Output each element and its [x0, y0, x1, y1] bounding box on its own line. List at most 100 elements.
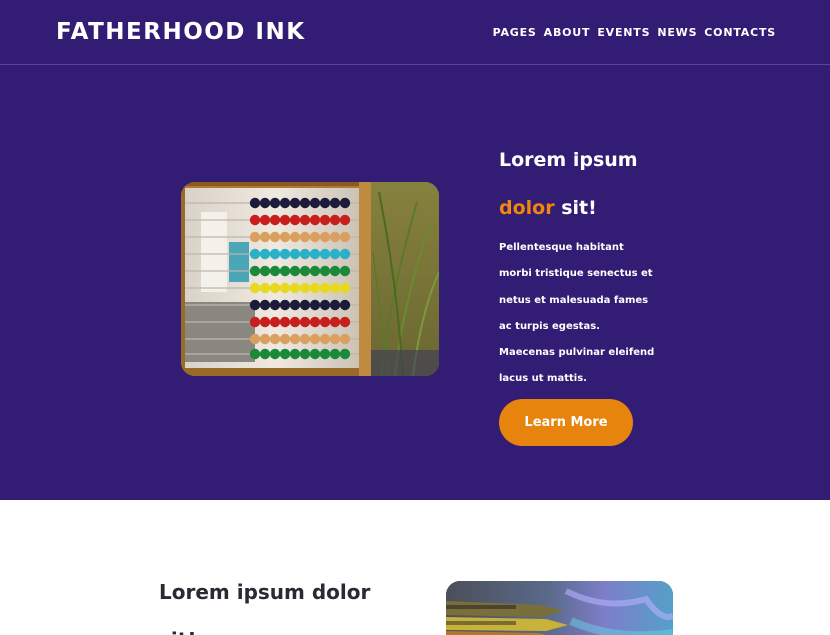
abacus-bead — [269, 299, 281, 311]
abacus-bead — [319, 348, 331, 360]
abacus-bead — [309, 197, 321, 209]
abacus-bead — [319, 333, 331, 345]
abacus-bead — [269, 265, 281, 277]
hero-section: FATHERHOOD INK PAGES ABOUT EVENTS NEWS C… — [0, 0, 830, 500]
abacus-bead — [269, 316, 281, 328]
hero-title-accent: dolor — [499, 197, 555, 219]
abacus-bead — [269, 282, 281, 294]
abacus-bead — [309, 248, 321, 260]
abacus-bead — [279, 197, 291, 209]
abacus-bead — [339, 265, 351, 277]
hero-text-block: Lorem ipsum dolor sit! Pellentesque habi… — [499, 136, 659, 393]
crayons-illustration — [446, 581, 673, 635]
abacus-bead — [339, 197, 351, 209]
abacus-bead — [279, 265, 291, 277]
nav-item-about[interactable]: ABOUT — [544, 26, 591, 39]
abacus-bead — [289, 348, 301, 360]
abacus-bead — [309, 282, 321, 294]
abacus-bead — [249, 214, 261, 226]
abacus-bead — [309, 231, 321, 243]
abacus-bead — [289, 248, 301, 260]
abacus-bead — [299, 348, 311, 360]
nav-item-contacts[interactable]: CONTACTS — [704, 26, 776, 39]
abacus-bead — [279, 214, 291, 226]
abacus-bead — [319, 248, 331, 260]
abacus-bead — [309, 316, 321, 328]
nav-item-events[interactable]: EVENTS — [597, 26, 650, 39]
abacus-bead — [289, 316, 301, 328]
abacus-bead — [319, 299, 331, 311]
abacus-bead — [309, 214, 321, 226]
abacus-bead — [339, 348, 351, 360]
abacus-bead — [299, 333, 311, 345]
abacus-bead — [259, 348, 271, 360]
abacus-bead — [329, 265, 341, 277]
abacus-bead — [259, 214, 271, 226]
abacus-bead — [249, 316, 261, 328]
abacus-bead — [249, 197, 261, 209]
abacus-bead — [259, 197, 271, 209]
abacus-bead — [329, 333, 341, 345]
abacus-bead — [299, 265, 311, 277]
abacus-bead — [259, 231, 271, 243]
hero-title: Lorem ipsum dolor sit! — [499, 136, 659, 232]
abacus-bead — [279, 231, 291, 243]
nav-item-pages[interactable]: PAGES — [493, 26, 537, 39]
abacus-bead — [269, 231, 281, 243]
abacus-bead — [309, 348, 321, 360]
section-image-crayons — [446, 581, 673, 635]
abacus-bead — [319, 231, 331, 243]
abacus-bead — [259, 299, 271, 311]
abacus-bead — [329, 348, 341, 360]
navbar: FATHERHOOD INK PAGES ABOUT EVENTS NEWS C… — [0, 0, 830, 65]
abacus-bead — [279, 248, 291, 260]
abacus-bead — [329, 316, 341, 328]
abacus-bead — [329, 282, 341, 294]
abacus-bead — [289, 231, 301, 243]
abacus-bead — [329, 248, 341, 260]
hero-title-line2: dolor sit! — [499, 184, 659, 232]
abacus-bead — [289, 333, 301, 345]
nav-item-news[interactable]: NEWS — [657, 26, 697, 39]
abacus-bead — [279, 299, 291, 311]
abacus-bead — [269, 214, 281, 226]
abacus-bead — [339, 231, 351, 243]
hero-image-abacus — [181, 182, 439, 376]
site-logo[interactable]: FATHERHOOD INK — [56, 19, 306, 45]
abacus-bead — [259, 265, 271, 277]
abacus-bead — [279, 316, 291, 328]
abacus-bead — [269, 348, 281, 360]
abacus-bead — [339, 299, 351, 311]
abacus-bead — [249, 265, 261, 277]
abacus-bead — [339, 333, 351, 345]
abacus-bead — [319, 214, 331, 226]
abacus-bead — [289, 265, 301, 277]
abacus-bead — [269, 197, 281, 209]
hero-body-text: Pellentesque habitant morbi tristique se… — [499, 242, 655, 385]
abacus-bead — [309, 333, 321, 345]
abacus-bead — [309, 299, 321, 311]
abacus-bead — [329, 214, 341, 226]
abacus-bead — [259, 282, 271, 294]
abacus-bead — [299, 197, 311, 209]
abacus-bead — [279, 348, 291, 360]
abacus-bead — [289, 282, 301, 294]
abacus-bead — [289, 214, 301, 226]
abacus-bead — [299, 231, 311, 243]
abacus-bead — [319, 197, 331, 209]
abacus-bead — [259, 316, 271, 328]
abacus-bead — [339, 316, 351, 328]
abacus-bead — [249, 333, 261, 345]
abacus-bead — [329, 299, 341, 311]
abacus-bead — [249, 248, 261, 260]
abacus-bead — [249, 348, 261, 360]
learn-more-button[interactable]: Learn More — [499, 399, 633, 446]
abacus-bead — [269, 333, 281, 345]
abacus-bead — [329, 231, 341, 243]
abacus-bead — [249, 231, 261, 243]
abacus-bead — [289, 197, 301, 209]
abacus-bead — [249, 282, 261, 294]
abacus-bead — [299, 248, 311, 260]
abacus-bead — [319, 282, 331, 294]
abacus-bead — [299, 316, 311, 328]
